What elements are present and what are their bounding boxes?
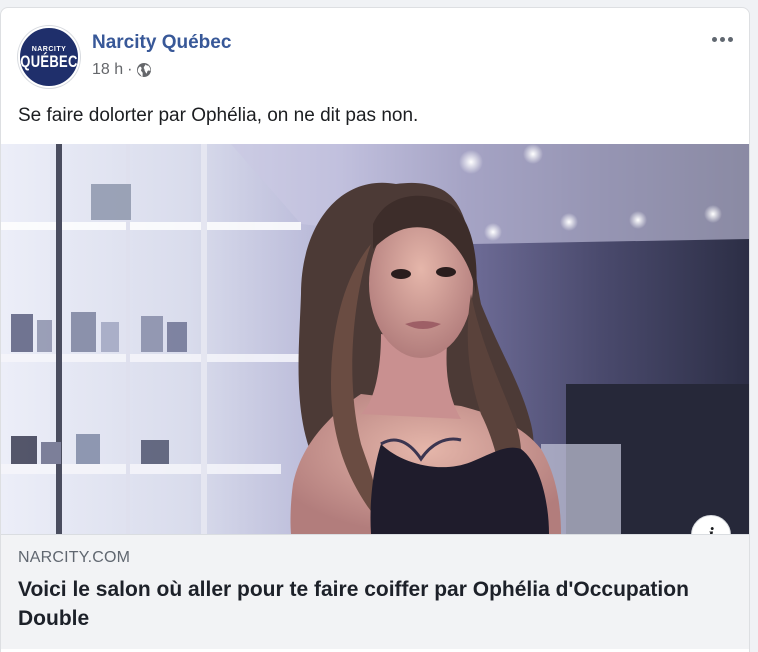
globe-icon[interactable] xyxy=(136,62,152,78)
page-avatar[interactable]: NARCITY QUÉBEC xyxy=(18,26,80,88)
post-card: NARCITY QUÉBEC Narcity Québec 18 h · Se … xyxy=(0,7,750,652)
link-title[interactable]: Voici le salon où aller pour te faire co… xyxy=(18,575,718,633)
link-preview[interactable]: NARCITY.COM Voici le salon où aller pour… xyxy=(1,534,749,649)
avatar-text-bottom: QUÉBEC xyxy=(20,52,78,71)
post-timestamp[interactable]: 18 h xyxy=(92,61,123,79)
page-name-link[interactable]: Narcity Québec xyxy=(92,32,231,54)
post-header: NARCITY QUÉBEC Narcity Québec 18 h · xyxy=(1,8,749,90)
post-text: Se faire dolorter par Ophélia, on ne dit… xyxy=(18,105,419,126)
link-domain: NARCITY.COM xyxy=(18,549,131,566)
more-options-icon[interactable] xyxy=(707,30,737,48)
meta-separator: · xyxy=(127,61,133,78)
post-meta: 18 h · xyxy=(92,61,152,79)
article-photo[interactable] xyxy=(1,144,749,534)
